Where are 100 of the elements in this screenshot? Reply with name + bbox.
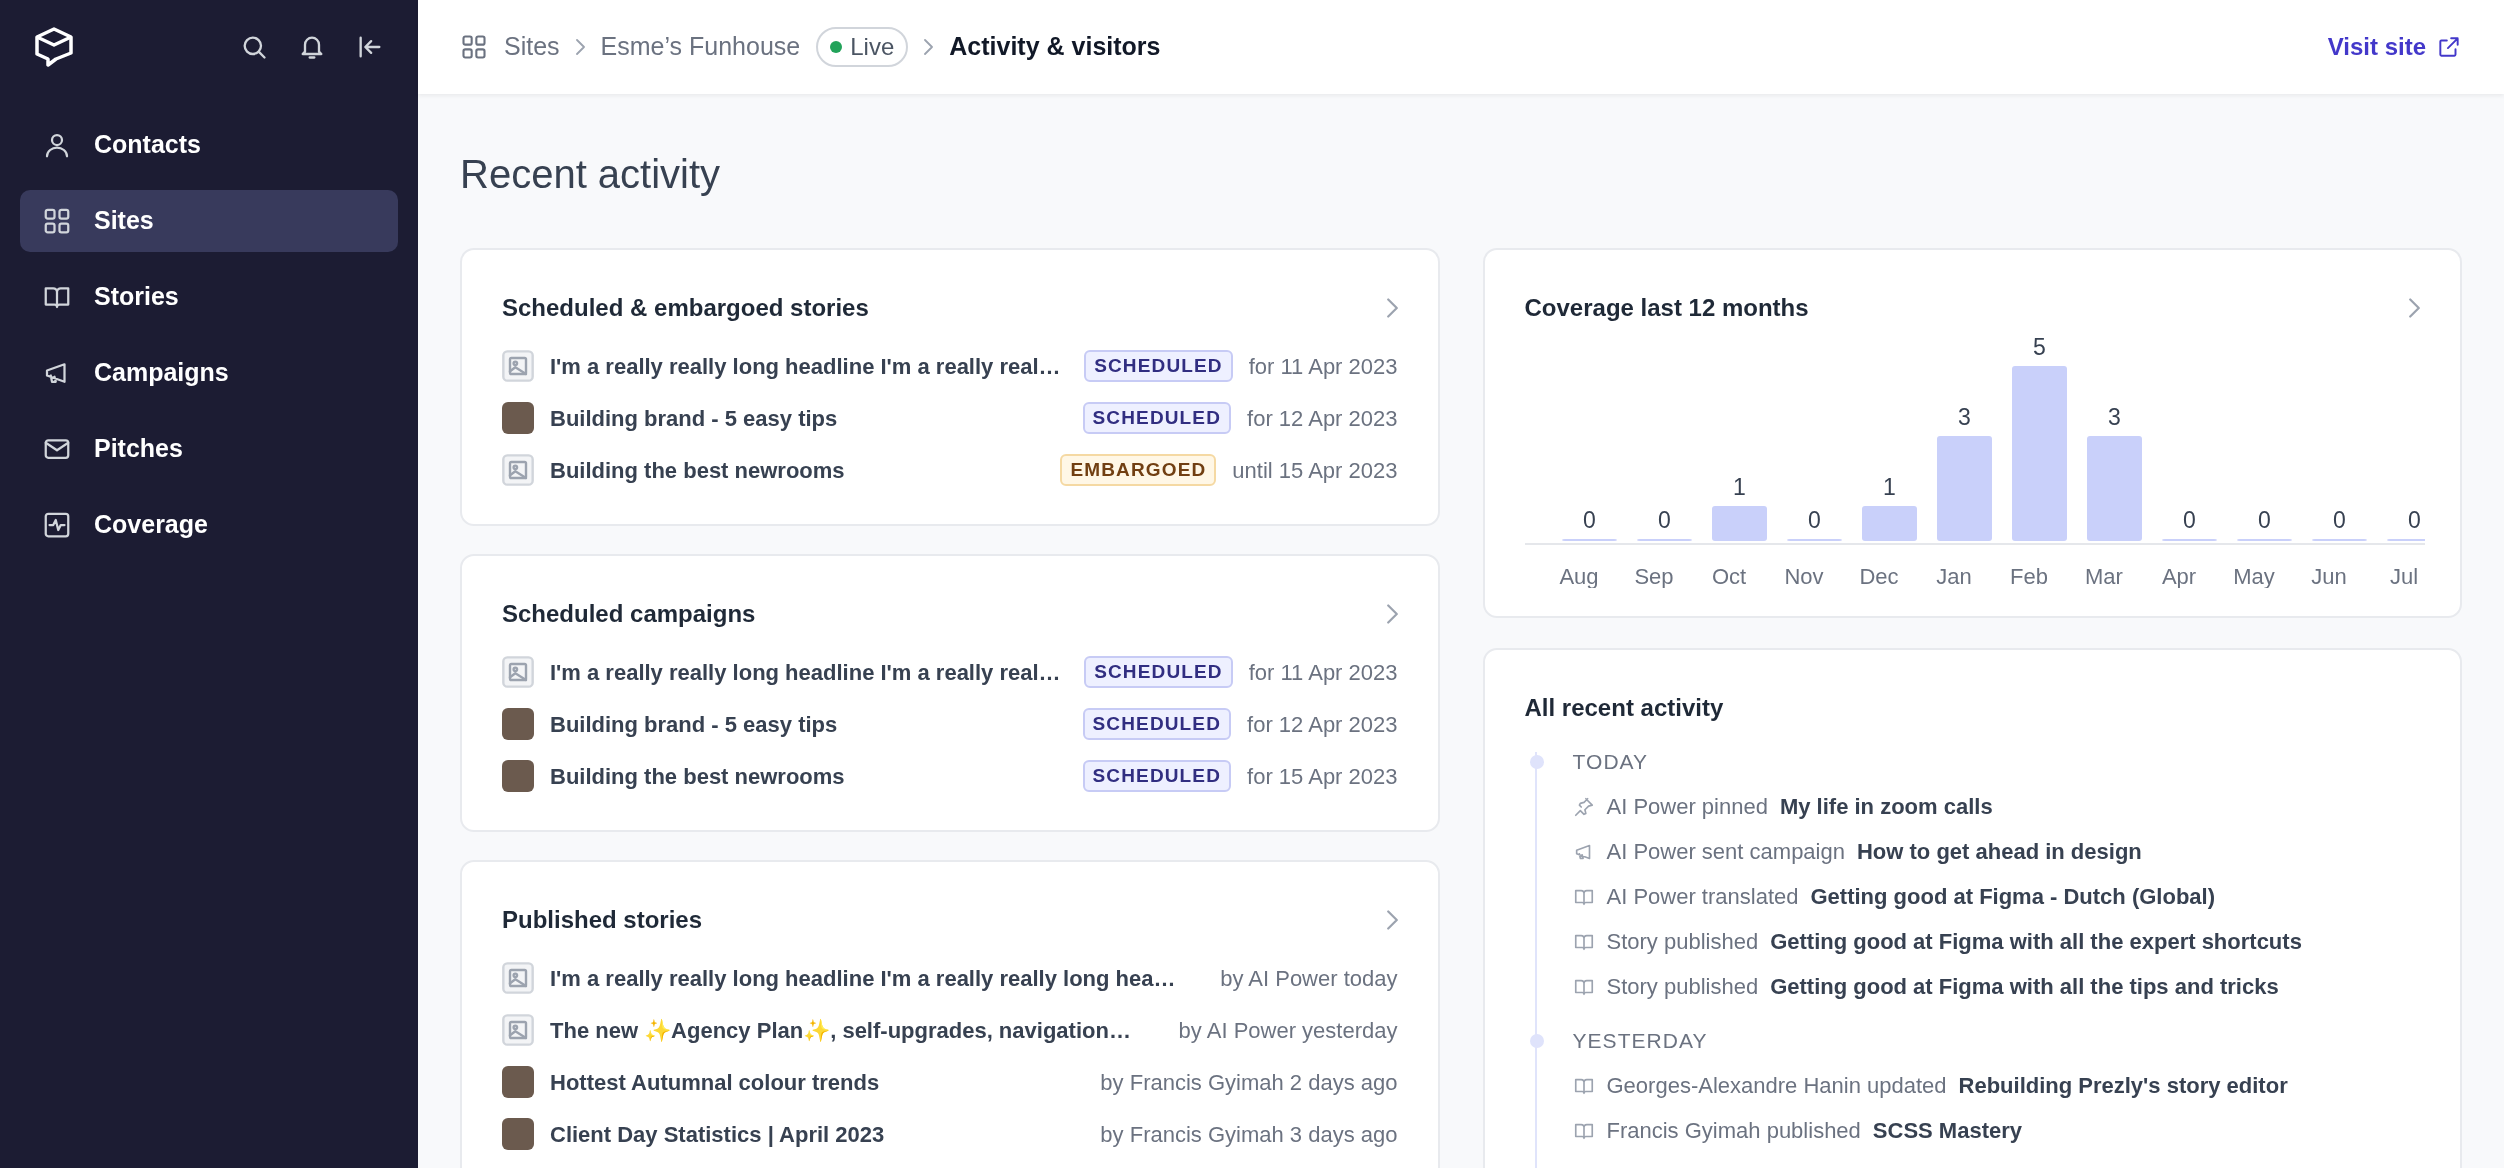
date-text: for 12 Apr 2023 [1247, 404, 1398, 433]
sidebar-item[interactable]: Pitches [20, 418, 398, 480]
axis-label: Oct [1711, 564, 1746, 588]
activity-link[interactable]: My life in zoom calls [1779, 790, 1993, 823]
story-title: Hottest Autumnal colour trends [550, 1068, 881, 1097]
status-badge: SCHEDULED [1082, 708, 1232, 740]
list-row[interactable]: Building the best newrooms SCHEDULED for 15 Apr 2023 [502, 750, 1398, 802]
status-badge: SCHEDULED [1084, 350, 1233, 382]
activity-text: Story published [1606, 928, 1759, 956]
date-text: for 11 Apr 2023 [1248, 658, 1398, 687]
story-title: Building the best newrooms [550, 762, 846, 791]
sidebar-item[interactable]: Stories [20, 266, 398, 328]
axis-label: Feb [2009, 564, 2048, 588]
value-label: 1 [1732, 474, 1746, 500]
axis-label: Apr [2161, 564, 2196, 588]
photo-placeholder [502, 402, 534, 434]
card-title: Scheduled campaigns [502, 599, 756, 629]
status-badge: Live [816, 27, 909, 67]
card-title: All recent activity [1524, 693, 1724, 723]
axis-label: Nov [1783, 564, 1824, 588]
activity-chart-icon [42, 510, 72, 540]
story-title: Building brand - 5 easy tips [550, 404, 839, 433]
date-text: until 15 Apr 2023 [1232, 456, 1398, 485]
activity-text: AI Power sent campaign [1606, 838, 1845, 866]
logo-icon[interactable] [34, 26, 74, 68]
image-placeholder-icon [502, 350, 534, 382]
breadcrumb-link[interactable]: Sites [504, 28, 560, 66]
story-title: Client Day Statistics | April 2023 [550, 1120, 886, 1149]
axis-label: Sep [1633, 564, 1674, 588]
activity-text: AI Power pinned [1606, 793, 1768, 821]
photo-placeholder [502, 708, 534, 740]
status-badge: SCHEDULED [1082, 402, 1232, 434]
activity-link[interactable]: Getting good at Figma with all the tips and tricks [1770, 970, 2279, 1003]
page-title: Recent activity [460, 151, 722, 198]
card-title: Published stories [502, 905, 703, 935]
image-placeholder-icon [502, 962, 534, 994]
date-text: by Francis Gyimah 2 days ago [1100, 1068, 1398, 1097]
external-link-icon [2436, 34, 2462, 60]
axis-label: Aug [1558, 564, 1599, 588]
status-badge: SCHEDULED [1084, 656, 1233, 688]
activity-text: AI Power translated [1606, 883, 1799, 911]
list-row[interactable]: Building brand - 5 easy tips SCHEDULED for 12 Apr 2023 [502, 392, 1398, 444]
list-row[interactable]: Building the best newrooms EMBARGOED until 15 Apr 2023 [502, 444, 1398, 496]
sidebar-item[interactable]: Contacts [20, 114, 398, 176]
value-label: 0 [2332, 507, 2346, 533]
axis-label: Jan [1935, 564, 1972, 588]
date-text: by AI Power yesterday [1178, 1016, 1398, 1045]
list-row[interactable]: I'm a really really long headline I'm a really really long hea… by AI Power today [502, 952, 1398, 1004]
photo-placeholder [502, 1066, 534, 1098]
date-text: for 11 Apr 2023 [1248, 352, 1398, 381]
list-row[interactable]: The new ✨Agency Plan✨, self-upgrades, navigation… by AI Power yesterday [502, 1004, 1398, 1056]
list-row[interactable]: I'm a really really long headline I'm a really real… SCHEDULED for 11 Apr 2023 [502, 646, 1398, 698]
date-text: by Francis Gyimah 3 days ago [1100, 1120, 1398, 1149]
activity-link[interactable]: Getting good at Figma with all the expert shortcuts [1770, 925, 2302, 958]
activity-link[interactable]: How to get ahead in design [1856, 835, 2142, 868]
bar [1711, 506, 1767, 541]
value-label: 3 [1957, 404, 1971, 430]
sidebar-item[interactable]: Coverage [20, 494, 398, 556]
value-label: 0 [2407, 507, 2421, 533]
group-label: YESTERDAY [1572, 1028, 1708, 1055]
list-row[interactable]: Building brand - 5 easy tips SCHEDULED for 12 Apr 2023 [502, 698, 1398, 750]
axis-label: May [2232, 564, 2275, 588]
image-placeholder-icon [502, 454, 534, 486]
pin-icon [1572, 795, 1595, 818]
image-placeholder-icon [502, 1014, 534, 1046]
visit-site-link[interactable]: Visit site [2327, 29, 2462, 65]
activity-text: Georges-Alexandre Hanin updated [1606, 1072, 1947, 1100]
activity-link[interactable]: Getting good at Figma - Dutch (Global) [1810, 880, 2215, 913]
list-row[interactable]: Client Day Statistics | April 2023 by Francis Gyimah 3 days ago [502, 1108, 1398, 1160]
axis-label: Jul [2389, 564, 2418, 588]
activity-text: Francis Gyimah published [1606, 1117, 1861, 1145]
group-label: TODAY [1572, 749, 1649, 776]
list-row[interactable]: Hottest Autumnal colour trends by Francis Gyimah 2 days ago [502, 1056, 1398, 1108]
breadcrumb-link[interactable]: Esme’s Funhouse [600, 28, 801, 66]
story-title: I'm a really really long headline I'm a really really long hea… [550, 964, 1177, 993]
grid-icon [460, 33, 488, 61]
activity-text: Story published [1606, 973, 1759, 1001]
chevron-right-icon [575, 39, 585, 55]
status-badge: EMBARGOED [1060, 454, 1217, 486]
list-row[interactable]: I'm a really really long headline I'm a really real… SCHEDULED for 11 Apr 2023 [502, 340, 1398, 392]
activity-link[interactable]: SCSS Mastery [1872, 1114, 2023, 1147]
story-title: Building the best newrooms [550, 456, 846, 485]
story-title: I'm a really really long headline I'm a really real… [550, 352, 1062, 381]
axis-label: Mar [2084, 564, 2123, 588]
value-label: 0 [1657, 507, 1671, 533]
card-title: Coverage last 12 months [1524, 293, 1809, 323]
value-label: 0 [1807, 507, 1821, 533]
photo-placeholder [502, 1118, 534, 1150]
story-title: Building brand - 5 easy tips [550, 710, 839, 739]
sidebar-item[interactable]: Sites [20, 190, 398, 252]
chevron-right-icon [924, 39, 934, 55]
sidebar-item[interactable]: Campaigns [20, 342, 398, 404]
story-title: I'm a really really long headline I'm a really real… [550, 658, 1062, 687]
axis-label: Dec [1858, 564, 1899, 588]
value-label: 5 [2032, 334, 2046, 360]
image-placeholder-icon [502, 656, 534, 688]
grid-icon [42, 206, 72, 236]
axis-label: Jun [2310, 564, 2347, 588]
activity-link[interactable]: Rebuilding Prezly's story editor [1958, 1069, 2288, 1102]
value-label: 3 [2107, 404, 2121, 430]
